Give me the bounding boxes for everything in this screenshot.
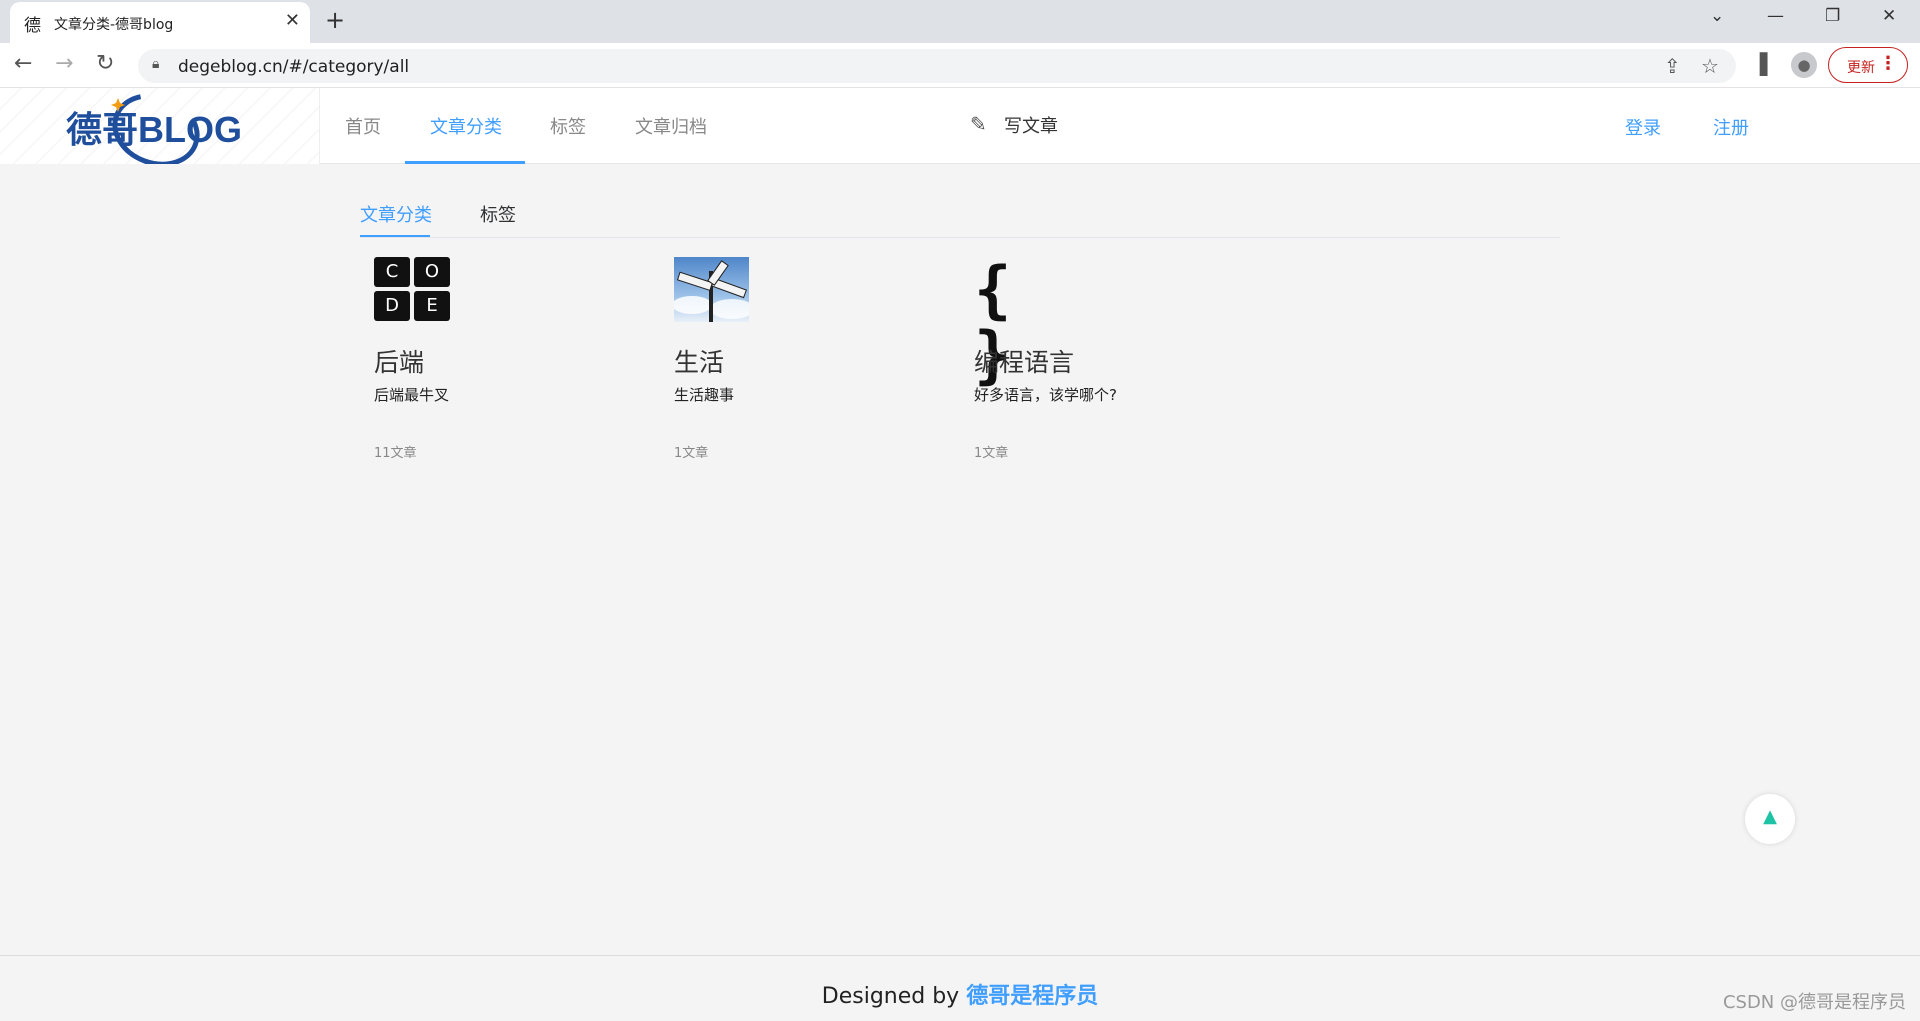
register-link[interactable]: 注册 [1713,114,1749,140]
category-count: 1文章 [974,446,1009,461]
minimize-icon[interactable]: — [1767,6,1784,26]
category-count: 11文章 [374,446,417,461]
tab-title: 文章分类-德哥blog [54,17,174,33]
subtabs-divider [360,237,1560,238]
nav-active-indicator [405,161,525,164]
footer-prefix: Designed by [821,984,967,1009]
browser-tab[interactable]: 德 文章分类-德哥blog ✕ [10,2,310,43]
category-count: 1文章 [674,446,709,461]
category-desc: 好多语言，该学哪个? [974,386,1117,404]
code-letter: O [414,257,450,287]
nav-tags[interactable]: 标签 [550,113,586,139]
subtab-categories[interactable]: 文章分类 [360,201,432,227]
category-desc: 后端最牛叉 [374,386,450,404]
write-article-link[interactable]: 写文章 [1004,112,1058,138]
site-header: 德哥BLOG 首页 文章分类 标签 文章归档 ✎ 写文章 登录 注册 [0,88,1920,164]
category-name: 编程语言 [974,348,1075,377]
edit-pen-icon[interactable]: ✎ [970,112,987,136]
update-button[interactable]: 更新 ⋮ [1828,47,1908,83]
csdn-watermark: CSDN @德哥是程序员 [1722,992,1906,1013]
login-link[interactable]: 登录 [1625,114,1661,140]
profile-avatar-icon[interactable]: ● [1791,52,1817,78]
close-window-icon[interactable]: ✕ [1882,6,1896,26]
caret-up-icon: ▲ [1763,806,1777,827]
browser-titlebar: 德 文章分类-德哥blog ✕ + ⌄ — ❐ ✕ [0,0,1920,43]
subtab-active-indicator [360,235,430,237]
lock-icon: 🔒︎ [152,56,160,72]
braces-icon: { } [974,253,1020,391]
category-card-languages[interactable]: { } 编程语言 好多语言，该学哪个? 1文章 [960,257,1220,467]
signpost-photo-icon [674,257,749,322]
site-logo[interactable]: 德哥BLOG [0,88,320,164]
back-icon[interactable]: ← [14,51,32,76]
nav-categories[interactable]: 文章分类 [430,113,502,139]
restore-icon[interactable]: ❐ [1825,6,1840,26]
side-panel-icon[interactable]: ▐ [1752,52,1767,76]
code-letter: C [374,257,410,287]
tab-search-icon[interactable]: ⌄ [1710,6,1724,26]
logo-image: 德哥BLOG [66,93,242,164]
reload-icon[interactable]: ↻ [96,51,114,76]
nav-home[interactable]: 首页 [345,113,381,139]
category-name: 生活 [674,348,725,377]
code-letter: E [414,291,450,321]
url-text[interactable]: degeblog.cn/#/category/all [178,57,409,77]
update-label: 更新 [1847,60,1875,76]
code-logo-icon: C O D E [374,257,450,322]
tab-close-icon[interactable]: ✕ [285,10,300,31]
category-card-life[interactable]: 生活 生活趣事 1文章 [660,257,920,467]
share-icon[interactable]: ⇪ [1664,54,1681,78]
category-name: 后端 [374,348,425,377]
nav-archive[interactable]: 文章归档 [635,113,707,139]
forward-icon[interactable]: → [55,51,73,76]
new-tab-icon[interactable]: + [325,6,345,34]
bookmark-star-icon[interactable]: ☆ [1701,54,1719,78]
footer-brand-link[interactable]: 德哥是程序员 [966,984,1098,1009]
site-footer: Designed by 德哥是程序员 CSDN @德哥是程序员 [0,955,1920,1021]
address-bar[interactable]: 🔒︎ degeblog.cn/#/category/all ⇪ ☆ [138,49,1736,83]
category-desc: 生活趣事 [674,386,735,404]
category-card-backend[interactable]: C O D E 后端 后端最牛叉 11文章 [360,257,620,467]
back-to-top-button[interactable]: ▲ [1745,794,1795,844]
tab-favicon: 德 [24,16,41,36]
footer-credit: Designed by 德哥是程序员 [0,978,1920,1010]
code-letter: D [374,291,410,321]
subtab-tags[interactable]: 标签 [480,201,516,227]
logo-text: 德哥BLOG [66,109,242,150]
more-menu-icon[interactable]: ⋮ [1879,53,1897,74]
browser-toolbar: ← → ↻ 🔒︎ degeblog.cn/#/category/all ⇪ ☆ … [0,43,1920,88]
